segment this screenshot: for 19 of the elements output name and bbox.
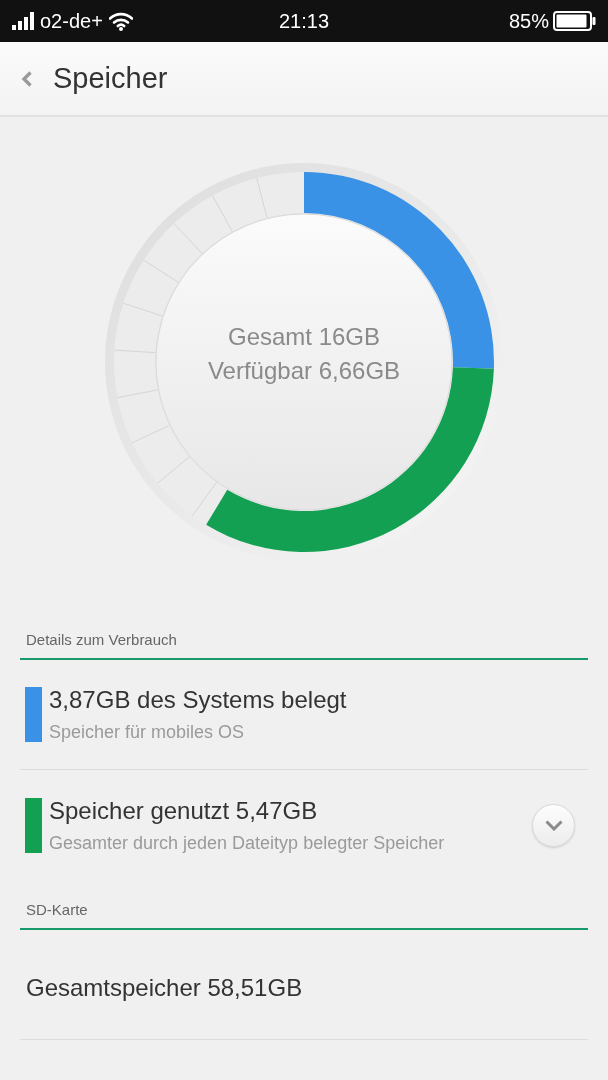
- total-storage-label: Gesamt 16GB: [227, 322, 381, 352]
- usage-title: Speicher genutzt 5,47GB: [49, 796, 319, 825]
- section-heading: Details zum Verbrauch: [26, 631, 177, 648]
- wifi-icon: [108, 11, 133, 31]
- battery-icon: [553, 11, 596, 31]
- page-title: Speicher: [53, 60, 168, 96]
- battery-percentage: 85%: [508, 9, 549, 34]
- back-chevron-icon: [21, 70, 33, 87]
- signal-icon: [12, 12, 34, 30]
- sd-total-storage: Gesamtspeicher 58,51GB: [26, 973, 303, 1002]
- usage-subtitle: Speicher für mobiles OS: [49, 721, 246, 743]
- clock-time: 21:13: [278, 9, 330, 34]
- available-storage-label: Verfügbar 6,66GB: [207, 356, 401, 386]
- chevron-down-icon: [544, 819, 563, 831]
- carrier-name: o2-de+: [40, 9, 103, 34]
- usage-title: 3,87GB des Systems belegt: [49, 686, 347, 714]
- section-heading: SD-Karte: [26, 901, 88, 918]
- usage-subtitle: Gesamter durch jeden Dateityp belegter Speicher: [49, 831, 445, 854]
- expand-button[interactable]: [532, 803, 575, 847]
